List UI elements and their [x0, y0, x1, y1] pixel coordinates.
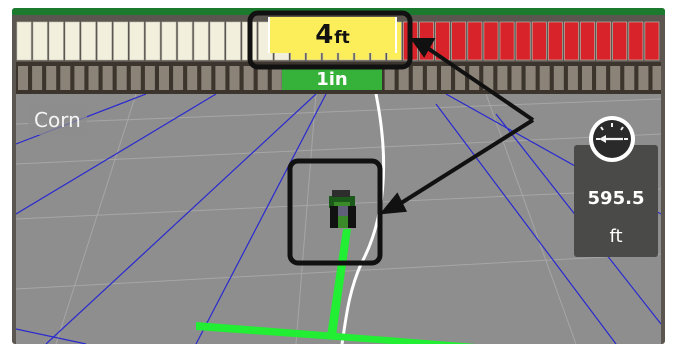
lightbar-segment	[177, 21, 193, 61]
lightbar-segment	[32, 21, 48, 61]
lightbar-segment	[596, 21, 611, 61]
scale-tick	[539, 66, 550, 90]
scale-tick	[441, 66, 451, 90]
scale-tick	[455, 66, 466, 90]
lightbar-segment	[209, 21, 225, 61]
lightbar-segment	[531, 21, 547, 61]
compass-icon[interactable]	[587, 114, 637, 164]
scale-tick	[582, 66, 592, 90]
scale-tick	[144, 66, 155, 90]
guidance-display: Corn 595.5 ft	[12, 8, 665, 344]
lightbar-segment	[145, 21, 161, 61]
lightbar-segment	[515, 21, 531, 61]
lightbar-segment	[612, 21, 628, 61]
scale-tick	[469, 66, 480, 90]
lightbar-segment	[129, 21, 145, 61]
scale-tick	[553, 66, 564, 90]
scale-tick	[215, 66, 226, 90]
scale-tick	[610, 66, 621, 90]
scale-tick	[60, 66, 71, 90]
lightbar-segment	[97, 21, 112, 61]
distance-value: 595.5	[587, 188, 645, 209]
scale-tick	[46, 66, 57, 90]
scale-tick	[497, 66, 508, 90]
field-view[interactable]	[15, 93, 662, 344]
scale-tick	[116, 66, 127, 90]
track-error-label: 1in	[282, 65, 382, 90]
offset-unit: ft	[334, 27, 350, 48]
lightbar-segment	[580, 21, 595, 61]
scale-tick	[271, 66, 282, 90]
lightbar-segment	[403, 21, 418, 61]
lightbar-segment	[451, 21, 467, 61]
lightbar-segment	[435, 21, 451, 61]
lightbar-segment	[64, 21, 80, 61]
lightbar-segment	[81, 21, 96, 61]
scale-tick	[74, 66, 85, 90]
scale-tick	[483, 66, 494, 90]
crop-label: Corn	[28, 105, 87, 135]
scale-tick	[32, 66, 43, 90]
lightbar-segment	[483, 21, 499, 61]
lightbar-segment	[161, 21, 177, 61]
scale-tick	[159, 66, 169, 90]
offset-value: 4	[315, 20, 334, 50]
status-strip	[12, 8, 665, 15]
scale-tick	[596, 66, 607, 90]
lightbar-segment	[16, 21, 32, 61]
lightbar-segment	[193, 21, 209, 61]
scale-tick	[130, 66, 141, 90]
offset-readout: 4 ft	[268, 17, 397, 53]
scale-tick	[426, 66, 437, 90]
scale-tick	[88, 66, 99, 90]
lightbar-segment	[547, 21, 563, 61]
scale-tick	[652, 66, 663, 90]
lightbar-segment	[499, 21, 515, 61]
scale-tick	[398, 66, 409, 90]
lightbar-segment	[644, 21, 660, 61]
scale-tick	[201, 66, 212, 90]
lightbar-segment	[564, 21, 579, 61]
scale-tick	[18, 66, 28, 90]
scale-tick	[624, 66, 635, 90]
scale-tick	[102, 66, 113, 90]
scale-tick	[384, 66, 395, 90]
scale-tick	[229, 66, 240, 90]
scale-tick	[525, 66, 536, 90]
lightbar-segment	[48, 21, 64, 61]
distance-unit: ft	[609, 226, 623, 247]
lightbar-segment	[226, 21, 241, 61]
lightbar-segment	[419, 21, 434, 61]
scale-tick	[243, 66, 254, 90]
lightbar-segment	[242, 21, 257, 61]
scale-tick	[187, 66, 198, 90]
scale-tick	[173, 66, 184, 90]
lightbar-segment	[467, 21, 483, 61]
scale-tick	[257, 66, 268, 90]
scale-tick	[412, 66, 423, 90]
scale-tick	[567, 66, 578, 90]
lightbar-segment	[628, 21, 644, 61]
lightbar-segment	[113, 21, 128, 61]
scale-tick	[638, 66, 649, 90]
scale-tick	[511, 66, 522, 90]
